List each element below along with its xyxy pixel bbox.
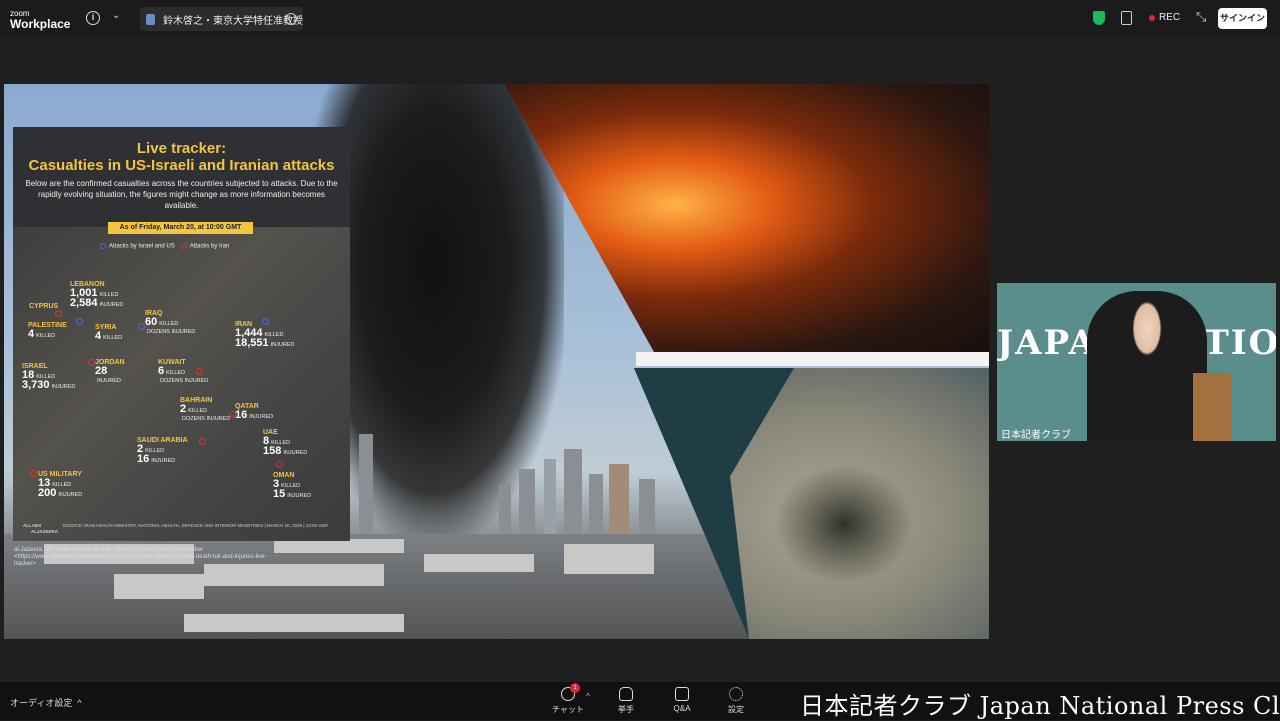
photo-divider xyxy=(636,352,989,366)
chat-icon: 1 xyxy=(561,683,580,701)
settings-label: 設定 xyxy=(728,705,744,714)
country-bahrain: BAHRAIN 2 KILLED DOZENS INJURED xyxy=(180,397,231,422)
country-oman: OMAN 3 KILLED 15 INJURED xyxy=(273,472,312,500)
chat-label: チャット xyxy=(552,705,584,714)
zoom-logo: zoom Workplace xyxy=(10,9,70,31)
logo-line2: Workplace xyxy=(10,17,71,31)
marker-red-jordan xyxy=(88,359,95,366)
map-legend: Attacks by Israel and US Attacks by Iran xyxy=(100,239,270,253)
chevron-up-icon: ^ xyxy=(74,698,82,708)
marker-red-bahrain xyxy=(229,411,236,418)
speaker-figure xyxy=(1087,291,1207,441)
tracker-title-line1: Live tracker: xyxy=(136,140,227,157)
raise-hand-label: 挙手 xyxy=(618,705,634,714)
meeting-tab[interactable]: 鈴木啓之・東京大学特任准教授 ··· xyxy=(140,7,303,31)
country-palestine: PALESTINE 4 KILLED xyxy=(28,322,67,340)
tracker-description: Below are the confirmed casualties acros… xyxy=(25,179,338,210)
country-qatar: QATAR 16 INJURED xyxy=(235,403,274,421)
info-icon[interactable]: i xyxy=(86,11,100,25)
chat-badge: 1 xyxy=(570,683,580,693)
source-text: SOURCE: IRAN HEALTH MINISTRY, NATIONAL H… xyxy=(62,523,329,528)
chat-button[interactable]: 1 チャット xyxy=(548,683,588,715)
record-dot-icon xyxy=(1149,14,1155,21)
marker-red-cyprus xyxy=(55,310,62,317)
chat-options-caret-icon[interactable]: ^ xyxy=(586,692,590,701)
legend-red-label: Attacks by Iran xyxy=(189,243,230,250)
more-options-icon[interactable]: ··· xyxy=(285,13,297,25)
legend-blue-label: Attacks by Israel and US xyxy=(109,243,175,250)
country-cyprus: CYPRUS xyxy=(29,303,59,310)
podium xyxy=(1193,373,1231,441)
settings-button[interactable]: 設定 xyxy=(716,687,756,715)
country-iran: IRAN 1,444 KILLED 18,551 INJURED xyxy=(235,321,295,349)
satellite-smoke xyxy=(774,464,914,584)
meeting-icon xyxy=(146,13,155,25)
recording-indicator[interactable]: REC xyxy=(1149,12,1180,23)
marker-red-uae xyxy=(276,461,283,468)
tracker-title-line2: Casualties in US-Israeli and Iranian att… xyxy=(28,157,335,174)
country-jordan: JORDAN 28 INJURED xyxy=(95,359,125,384)
speaker-video-tile[interactable]: JAPAN NATIONAL xyxy=(997,283,1276,441)
marker-red-usmil xyxy=(30,470,37,477)
gear-icon xyxy=(729,687,743,701)
brand-right: ALJAZEERA xyxy=(31,529,59,534)
bottom-toolbar: オーディオ設定 ^ 1 チャット ^ 挙手 Q&A 設定 日本記者クラブ Jap… xyxy=(0,682,1280,720)
marker-blue-lebanon xyxy=(76,318,83,325)
marker-blue-iraq xyxy=(138,323,145,330)
country-uae: UAE 8 KILLED 158 INJURED xyxy=(263,429,308,457)
qa-label: Q&A xyxy=(673,704,691,713)
country-israel: ISRAEL 18 KILLED 3,730 INJURED xyxy=(22,363,76,391)
audio-settings-button[interactable]: オーディオ設定 ^ xyxy=(10,696,82,709)
marker-red-saudi xyxy=(199,438,206,445)
country-us-military: US MILITARY 13 KILLED 200 INJURED xyxy=(38,471,83,499)
signin-button[interactable]: サインイン xyxy=(1218,8,1267,29)
qa-button[interactable]: Q&A xyxy=(662,687,702,713)
top-bar: zoom Workplace i ⌄ 鈴木啓之・東京大学特任准教授 ··· RE… xyxy=(0,0,1280,36)
audio-settings-label: オーディオ設定 xyxy=(10,698,73,708)
country-saudi-arabia: SAUDI ARABIA 2 KILLED 16 INJURED xyxy=(137,437,188,465)
country-iraq: IRAQ 60 KILLED DOZENS INJURED xyxy=(145,310,196,335)
qa-icon xyxy=(675,687,689,701)
marker-blue-iran xyxy=(262,318,269,325)
country-lebanon: LEBANON 1,001 KILLED 2,584 INJURED xyxy=(70,281,124,309)
casualty-tracker-infographic: Live tracker: Casualties in US-Israeli a… xyxy=(13,127,350,541)
speaker-name-label: 日本記者クラブ xyxy=(1001,430,1071,441)
tracker-source: ALLABS SOURCE: IRAN HEALTH MINISTRY, NAT… xyxy=(23,523,340,535)
tracker-date: As of Friday, March 20, at 10:00 GMT xyxy=(108,222,253,234)
hand-icon xyxy=(619,687,633,701)
notes-icon[interactable] xyxy=(1121,11,1132,25)
marker-red-kuwait xyxy=(196,368,203,375)
tracker-title: Live tracker: Casualties in US-Israeli a… xyxy=(13,140,350,174)
meeting-title: 鈴木啓之・東京大学特任准教授 xyxy=(163,15,303,27)
security-shield-icon[interactable] xyxy=(1093,11,1105,25)
country-syria: SYRIA 4 KILLED xyxy=(95,324,123,342)
chevron-down-icon[interactable]: ⌄ xyxy=(112,10,120,21)
brand-left: ALLABS xyxy=(23,523,42,528)
rec-label: REC xyxy=(1159,12,1181,23)
minimize-icon[interactable]: ⤡ xyxy=(1196,9,1206,25)
jnpc-watermark: 日本記者クラブ Japan National Press Club xyxy=(800,692,1280,720)
slide-citation: al-Jazeera, US-Israel attacks on Iran: D… xyxy=(14,547,267,567)
raise-hand-button[interactable]: 挙手 xyxy=(606,687,646,715)
shared-screen: Live tracker: Casualties in US-Israeli a… xyxy=(4,84,989,639)
